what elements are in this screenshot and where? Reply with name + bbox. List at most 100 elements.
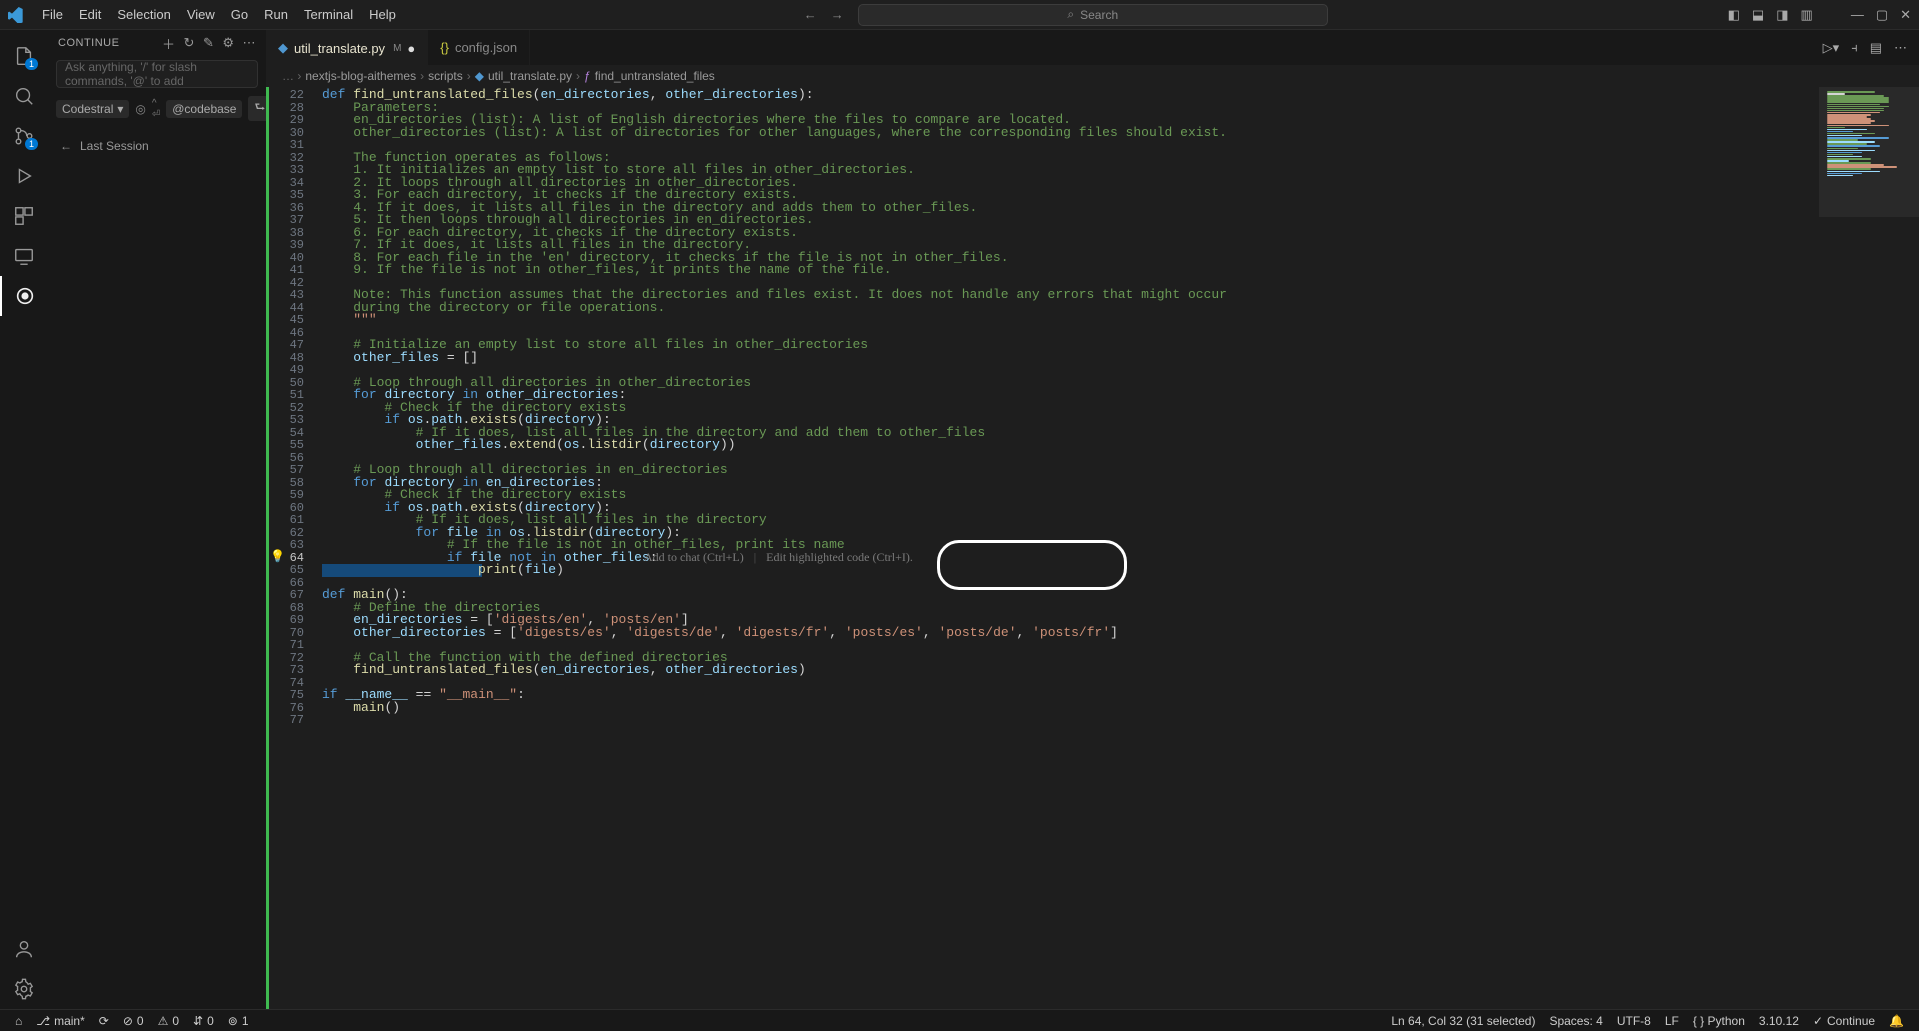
window-maximize-icon[interactable]: ▢ [1876, 7, 1888, 23]
line-number: 55 [266, 439, 322, 452]
tab-label: config.json [455, 40, 517, 55]
breadcrumb-segment[interactable]: util_translate.py [488, 69, 572, 83]
status-branch[interactable]: ⎇main* [29, 1014, 92, 1028]
menu-terminal[interactable]: Terminal [296, 3, 361, 26]
breadcrumb-segment[interactable]: scripts [428, 69, 463, 83]
model-name: Codestral [62, 102, 113, 116]
status-sync[interactable]: ⟳ [92, 1014, 116, 1028]
menu-edit[interactable]: Edit [71, 3, 109, 26]
context-pill[interactable]: @codebase [166, 100, 242, 118]
line-number: 61 [266, 514, 322, 527]
code-lines[interactable]: def find_untranslated_files(en_directori… [322, 87, 1819, 1009]
ask-input[interactable]: Ask anything, '/' for slash commands, '@… [56, 60, 258, 88]
status-broadcast[interactable]: ⊚1 [221, 1014, 256, 1028]
breadcrumb-segment[interactable]: find_untranslated_files [595, 69, 715, 83]
code-text: other_files.extend(os.listdir(directory)… [322, 437, 736, 452]
status-utf-8[interactable]: UTF-8 [1610, 1014, 1658, 1028]
code-line[interactable]: main() [322, 702, 1819, 715]
nav-forward-icon[interactable]: → [831, 7, 844, 22]
tab-config-json[interactable]: {} config.json [428, 30, 530, 65]
status--python[interactable]: { } Python [1686, 1014, 1752, 1028]
menu-go[interactable]: Go [223, 3, 256, 26]
status-err[interactable]: ⊘0 [116, 1014, 151, 1028]
command-center-search[interactable]: ⌕ Search [858, 4, 1328, 26]
menu-help[interactable]: Help [361, 3, 404, 26]
layout-panel-icon[interactable]: ⬓ [1752, 7, 1764, 23]
status-ports[interactable]: ⇵0 [186, 1014, 221, 1028]
menu-file[interactable]: File [34, 3, 71, 26]
code-line[interactable]: other_files.extend(os.listdir(directory)… [322, 439, 1819, 452]
code-line[interactable]: # Initialize an empty list to store all … [322, 339, 1819, 352]
status-3-10-12[interactable]: 3.10.12 [1752, 1014, 1806, 1028]
activity-run-debug[interactable] [0, 156, 48, 196]
code-line[interactable]: 9. If the file is not in other_files, it… [322, 264, 1819, 277]
status-continue[interactable]: ✓Continue [1806, 1014, 1882, 1028]
comment-icon[interactable]: ✎ [203, 35, 214, 51]
status-ln-64-col-32-31-selected-[interactable]: Ln 64, Col 32 (31 selected) [1384, 1014, 1542, 1028]
status-lf[interactable]: LF [1658, 1014, 1686, 1028]
more-icon[interactable]: ⋯ [1894, 40, 1907, 56]
model-selector[interactable]: Codestral ▾ [56, 100, 129, 118]
tab-util_translate-py[interactable]: ◆util_translate.pyM ● [266, 30, 428, 65]
status-spaces-4[interactable]: Spaces: 4 [1542, 1014, 1609, 1028]
activity-explorer[interactable]: 1 [0, 36, 48, 76]
code-text: other_directories (list): A list of dire… [322, 125, 1227, 140]
nav-back-icon[interactable]: ← [804, 7, 817, 22]
code-line[interactable]: other_directories = ['digests/es', 'dige… [322, 627, 1819, 640]
activity-search[interactable] [0, 76, 48, 116]
activity-extensions[interactable] [0, 196, 48, 236]
breadcrumb-segment[interactable]: nextjs-blog-aithemes [305, 69, 416, 83]
status-warn[interactable]: ⚠0 [151, 1014, 186, 1028]
line-number: 51 [266, 389, 322, 402]
code-line[interactable]: print(file) [322, 564, 1819, 577]
code-line[interactable]: def find_untranslated_files(en_directori… [322, 89, 1819, 102]
new-session-icon[interactable]: ＋ [162, 34, 176, 53]
python-file-icon: ◆ [278, 40, 288, 56]
activity-continue[interactable] [0, 276, 48, 316]
code-line[interactable] [322, 577, 1819, 590]
activity-accounts[interactable] [0, 929, 48, 969]
activity-source-control[interactable]: 1 [0, 116, 48, 156]
context-icon[interactable]: ◎ [135, 102, 145, 116]
status-bell[interactable]: 🔔 [1882, 1014, 1911, 1028]
lightbulb-icon[interactable]: 💡 [270, 551, 285, 564]
layout-customize-icon[interactable]: ▥ [1801, 7, 1813, 23]
minimap[interactable] [1819, 87, 1919, 1009]
menu-view[interactable]: View [179, 3, 223, 26]
breadcrumb-ellipsis[interactable]: … › [282, 69, 301, 83]
code-editor[interactable]: 2228293031323334353637383940414243444546… [266, 87, 1919, 1009]
codelens-add-to-chat[interactable]: Add to chat (Ctrl+L) [644, 551, 744, 564]
run-icon[interactable]: ▷▾ [1823, 40, 1840, 56]
tab-dirty-dot: ● [407, 41, 415, 56]
codelens-edit-highlighted[interactable]: Edit highlighted code (Ctrl+I). [766, 551, 913, 564]
activity-settings[interactable] [0, 969, 48, 1009]
code-line[interactable]: other_files = [] [322, 352, 1819, 365]
window-close-icon[interactable]: ✕ [1900, 7, 1911, 23]
code-line[interactable] [322, 714, 1819, 727]
status-remote[interactable]: ⌂ [8, 1014, 29, 1028]
menu-bar: FileEditSelectionViewGoRunTerminalHelp [34, 3, 404, 26]
window-minimize-icon[interactable]: — [1851, 7, 1864, 22]
layout-sidebar-left-icon[interactable]: ◧ [1728, 7, 1740, 23]
code-line[interactable]: def main(): [322, 589, 1819, 602]
activity-remote[interactable] [0, 236, 48, 276]
split-icon[interactable]: ⫞ [1851, 40, 1858, 56]
code-line[interactable]: if __name__ == "__main__": [322, 689, 1819, 702]
panel-gear-icon[interactable]: ⚙ [222, 35, 234, 51]
code-line[interactable]: other_directories (list): A list of dire… [322, 127, 1819, 140]
menu-run[interactable]: Run [256, 3, 296, 26]
diff-icon[interactable]: ▤ [1870, 40, 1882, 56]
history-icon[interactable]: ↻ [184, 35, 195, 51]
panel-more-icon[interactable]: ⋯ [243, 35, 257, 51]
code-line[interactable]: during the directory or file operations. [322, 302, 1819, 315]
json-file-icon: {} [440, 40, 449, 55]
breadcrumbs[interactable]: … › nextjs-blog-aithemes › scripts › ◆ u… [266, 65, 1919, 87]
menu-selection[interactable]: Selection [109, 3, 178, 26]
remote-icon: ⌂ [15, 1014, 22, 1028]
code-line[interactable]: """ [322, 314, 1819, 327]
line-number: 43 [266, 289, 322, 302]
code-line[interactable] [322, 677, 1819, 690]
last-session-row[interactable]: ← Last Session [48, 133, 266, 159]
code-line[interactable]: find_untranslated_files(en_directories, … [322, 664, 1819, 677]
layout-sidebar-right-icon[interactable]: ◨ [1776, 7, 1788, 23]
